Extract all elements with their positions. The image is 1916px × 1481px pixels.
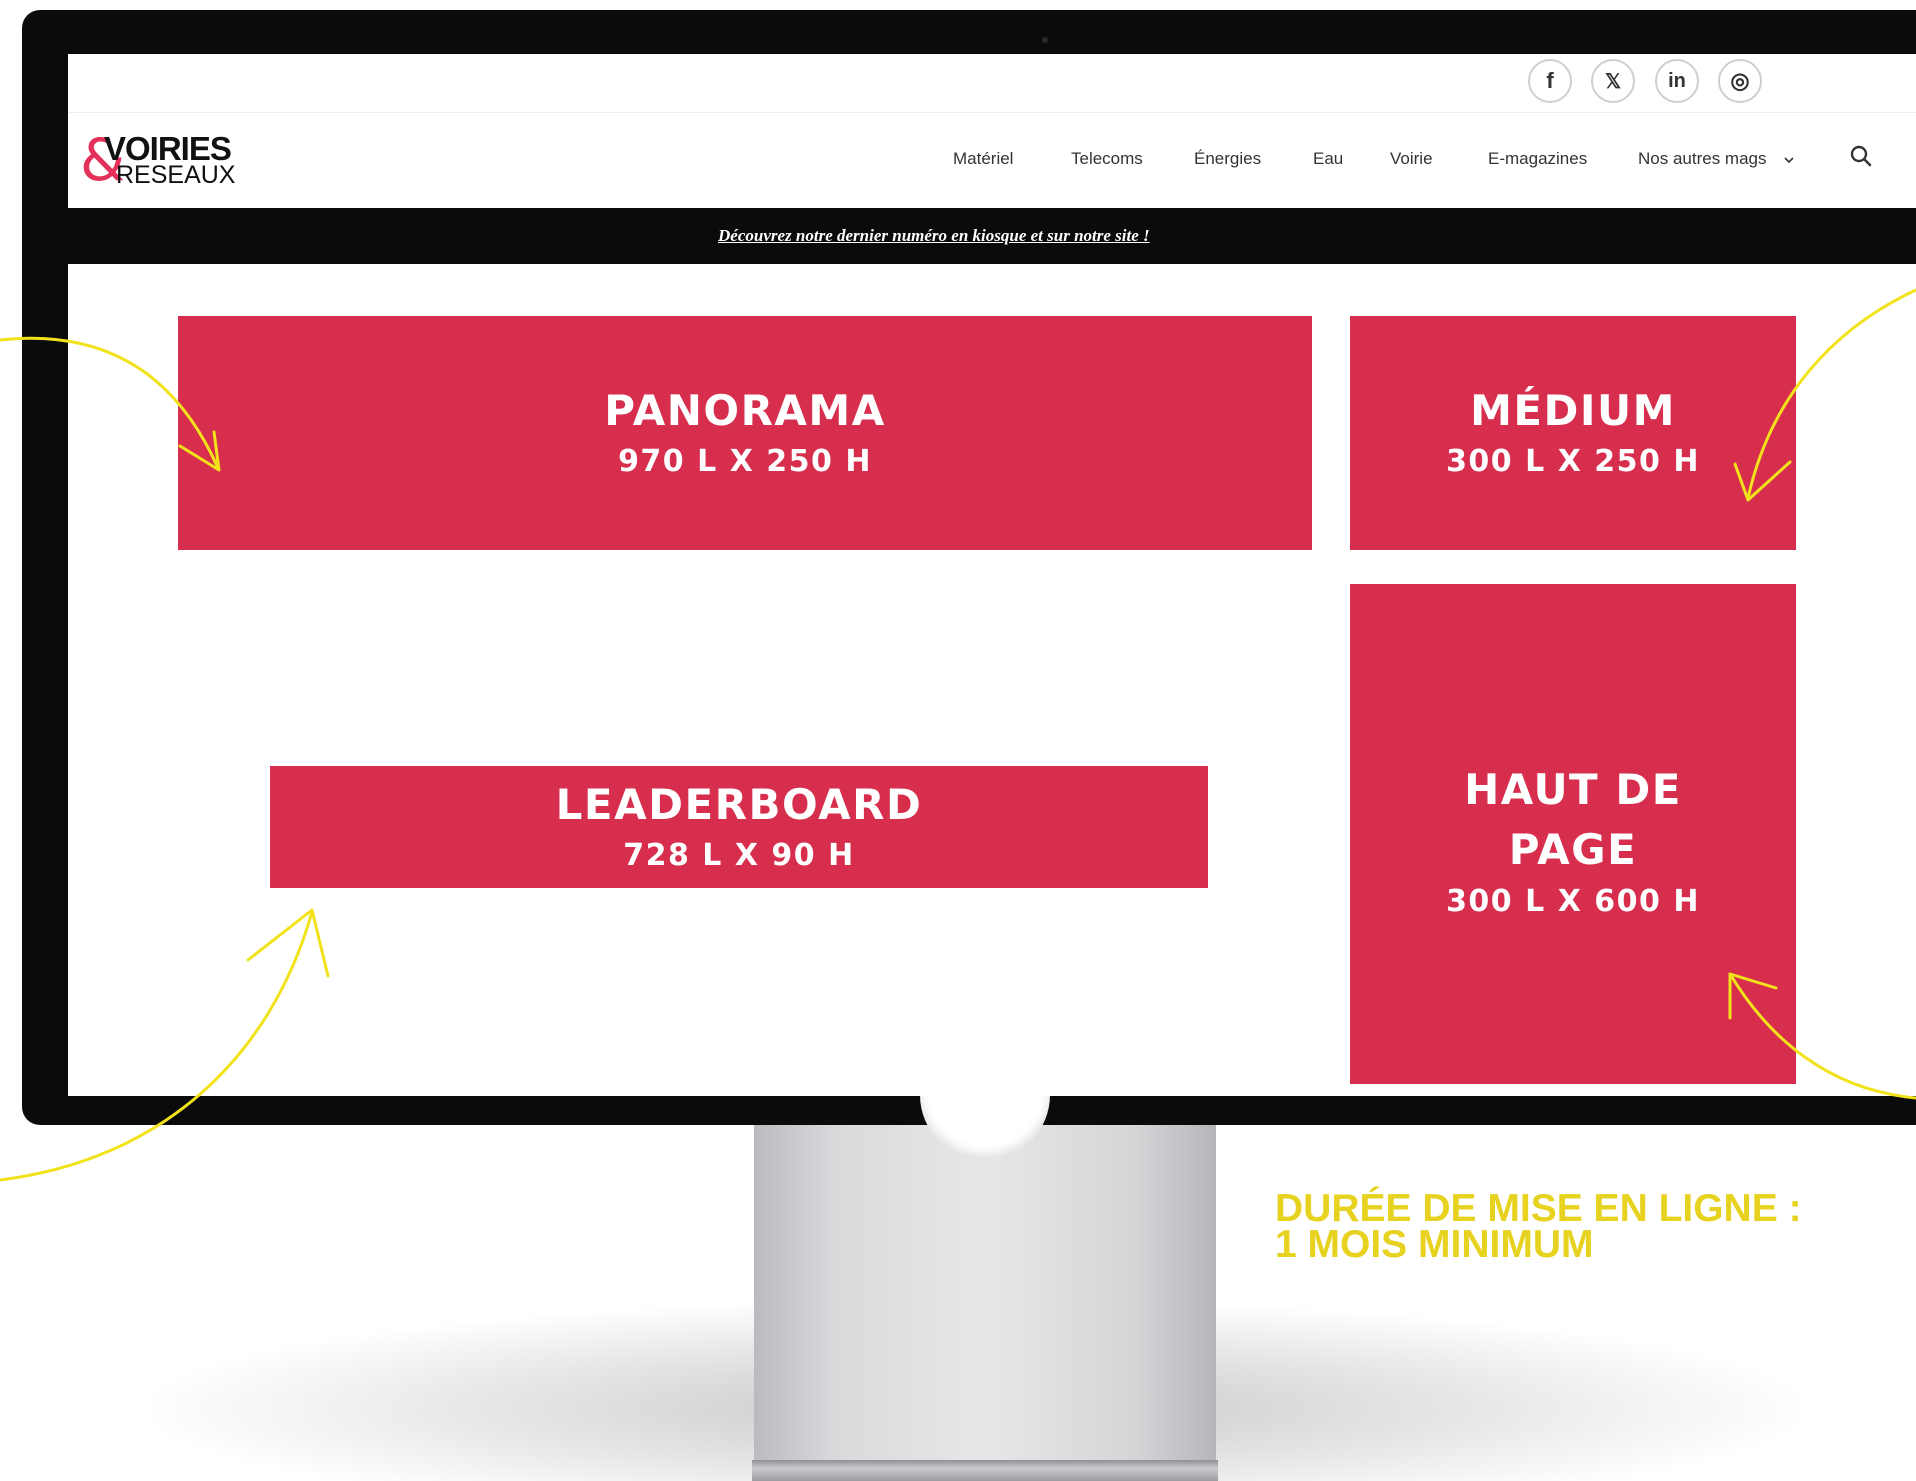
ad-medium: MÉDIUM 300 L X 250 H (1350, 316, 1796, 550)
ad-haut-de-page-name: HAUT DE PAGE (1464, 765, 1682, 874)
ad-medium-name: MÉDIUM (1470, 386, 1676, 435)
nav-item-voirie[interactable]: Voirie (1390, 149, 1433, 169)
camera-icon (1042, 37, 1048, 43)
website-screen: f 𝕏 in ◎ & VOIRIES RESEAUX Matériel Tele… (68, 54, 1916, 1096)
ad-leaderboard-name: LEADERBOARD (555, 780, 923, 829)
ad-panorama-size: 970 L X 250 H (618, 444, 872, 479)
nav-item-nos-autres-mags-label: Nos autres mags (1638, 149, 1767, 168)
ad-panorama: PANORAMA 970 L X 250 H (178, 316, 1312, 550)
duration-line2: 1 MOIS MINIMUM (1275, 1223, 1594, 1266)
duration-note: DURÉE DE MISE EN LIGNE : 1 MOIS MINIMUM (1275, 1187, 1875, 1266)
duration-line1: DURÉE DE MISE EN LIGNE : (1275, 1187, 1802, 1230)
search-icon[interactable] (1848, 143, 1874, 169)
chevron-down-icon (1784, 156, 1794, 163)
nav-item-eau[interactable]: Eau (1313, 149, 1343, 169)
logo-bottom-word: RESEAUX (116, 161, 236, 189)
ad-leaderboard-size: 728 L X 90 H (623, 838, 855, 873)
ad-haut-de-page: HAUT DE PAGE 300 L X 600 H (1350, 584, 1796, 1084)
linkedin-icon[interactable]: in (1655, 59, 1699, 103)
ad-leaderboard: LEADERBOARD 728 L X 90 H (270, 766, 1208, 888)
nav-item-nos-autres-mags[interactable]: Nos autres mags (1638, 149, 1795, 169)
promo-link[interactable]: Découvrez notre dernier numéro en kiosqu… (718, 226, 1150, 246)
nav-item-e-magazines[interactable]: E-magazines (1488, 149, 1587, 169)
ad-haut-de-page-size: 300 L X 600 H (1446, 884, 1700, 919)
ad-medium-size: 300 L X 250 H (1446, 444, 1700, 479)
navbar: & VOIRIES RESEAUX Matériel Telecoms Éner… (68, 112, 1916, 208)
nav-item-materiel[interactable]: Matériel (953, 149, 1013, 169)
nav-item-energies[interactable]: Énergies (1194, 149, 1261, 169)
promo-bar: Découvrez notre dernier numéro en kiosqu… (68, 208, 1916, 264)
instagram-icon[interactable]: ◎ (1718, 59, 1762, 103)
facebook-icon[interactable]: f (1528, 59, 1572, 103)
social-bar: f 𝕏 in ◎ (68, 54, 1916, 113)
x-icon[interactable]: 𝕏 (1591, 59, 1635, 103)
nav-item-telecoms[interactable]: Telecoms (1071, 149, 1143, 169)
ad-panorama-name: PANORAMA (604, 386, 886, 435)
monitor-stand-base (752, 1460, 1218, 1481)
site-logo[interactable]: & VOIRIES RESEAUX (80, 130, 280, 190)
